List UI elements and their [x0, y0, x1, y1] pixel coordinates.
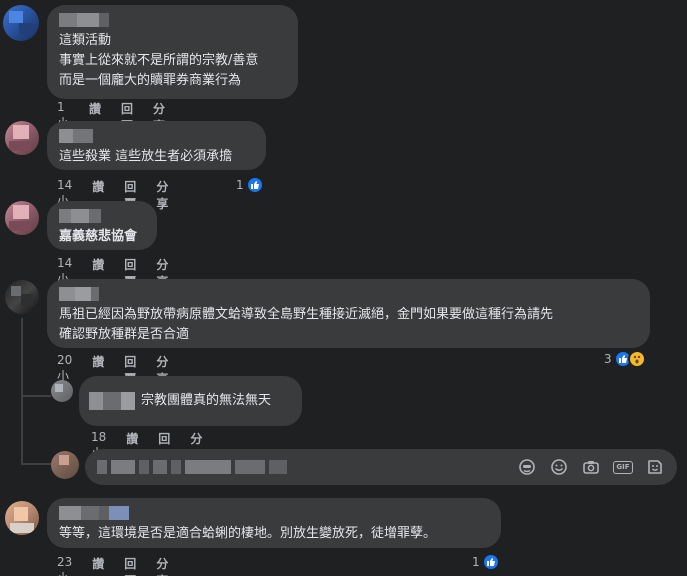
- thread-branch: [21, 463, 51, 465]
- comment-text: 嘉義慈悲協會: [59, 229, 138, 244]
- comment-text: 宗教團體真的無法無天: [141, 393, 272, 408]
- comment-bubble: 這類活動 事實上從來就不是所謂的宗教/善意 而是一個龐大的贖罪券商業行為: [47, 5, 298, 99]
- avatar-sticker-icon[interactable]: [517, 457, 537, 477]
- comment-bubble: 這些殺業 這些放生者必須承擔: [47, 121, 266, 170]
- reaction-count: 1: [472, 555, 480, 569]
- emoji-icon[interactable]: [549, 457, 569, 477]
- wow-reaction-icon: [627, 350, 646, 368]
- avatar[interactable]: [51, 380, 73, 402]
- share-button[interactable]: 分享: [156, 555, 168, 576]
- current-user-avatar[interactable]: [51, 451, 79, 479]
- camera-icon[interactable]: [581, 457, 601, 477]
- comment-text: 這些殺業 這些放生者必須承擔: [59, 149, 233, 164]
- reply-button[interactable]: 回覆: [124, 555, 136, 576]
- comment-bubble: 等等，這環境是否是適合蛤蜊的棲地。別放生變放死，徒增罪孽。: [47, 498, 501, 548]
- avatar[interactable]: [5, 201, 39, 235]
- blurred-author-name[interactable]: [59, 209, 145, 223]
- blurred-author-name[interactable]: [59, 287, 638, 301]
- comment-bubble: 馬祖已經因為野放帶病原體文蛤導致全島野生種接近滅絕，金門如果要做這種行為請先 確…: [47, 279, 650, 348]
- gif-icon[interactable]: GIF: [613, 457, 633, 477]
- blurred-author-name[interactable]: [89, 392, 135, 410]
- reaction-count: 1: [236, 178, 244, 192]
- like-reaction-icon: [481, 553, 500, 571]
- reaction-count: 3: [604, 352, 612, 366]
- thread-line: [21, 318, 23, 464]
- avatar[interactable]: [5, 280, 39, 314]
- blurred-author-name[interactable]: [59, 506, 489, 520]
- comment-bubble: 嘉義慈悲協會: [47, 201, 157, 250]
- sticker-icon[interactable]: [645, 457, 665, 477]
- comment-time[interactable]: 23小時: [57, 555, 72, 576]
- comment-text: 等等，這環境是否是適合蛤蜊的棲地。別放生變放死，徒增罪孽。: [59, 526, 437, 541]
- reply-input-icons: GIF: [517, 457, 665, 477]
- gif-label: GIF: [613, 460, 633, 474]
- comment-text: 這類活動 事實上從來就不是所謂的宗教/善意 而是一個龐大的贖罪券商業行為: [59, 33, 259, 88]
- blurred-reply-mention: [97, 460, 287, 474]
- reaction-summary[interactable]: 1: [472, 553, 500, 571]
- blurred-author-name[interactable]: [59, 129, 254, 143]
- like-reaction-icon: [245, 176, 264, 194]
- avatar[interactable]: [3, 5, 39, 41]
- share-button[interactable]: 分享: [156, 178, 168, 226]
- blurred-author-name[interactable]: [59, 13, 286, 27]
- avatar[interactable]: [5, 121, 39, 155]
- reaction-summary[interactable]: 1: [236, 176, 264, 194]
- thread-branch: [21, 395, 51, 397]
- like-button[interactable]: 讚: [92, 555, 104, 576]
- reply-input-box[interactable]: GIF: [85, 449, 677, 485]
- avatar[interactable]: [5, 501, 39, 535]
- comment-text: 馬祖已經因為野放帶病原體文蛤導致全島野生種接近滅絕，金門如果要做這種行為請先 確…: [59, 307, 554, 342]
- comment-bubble: 宗教團體真的無法無天: [79, 376, 302, 426]
- reaction-summary[interactable]: 3: [604, 350, 646, 368]
- comment-actions: 23小時 讚 回覆 分享: [57, 555, 168, 576]
